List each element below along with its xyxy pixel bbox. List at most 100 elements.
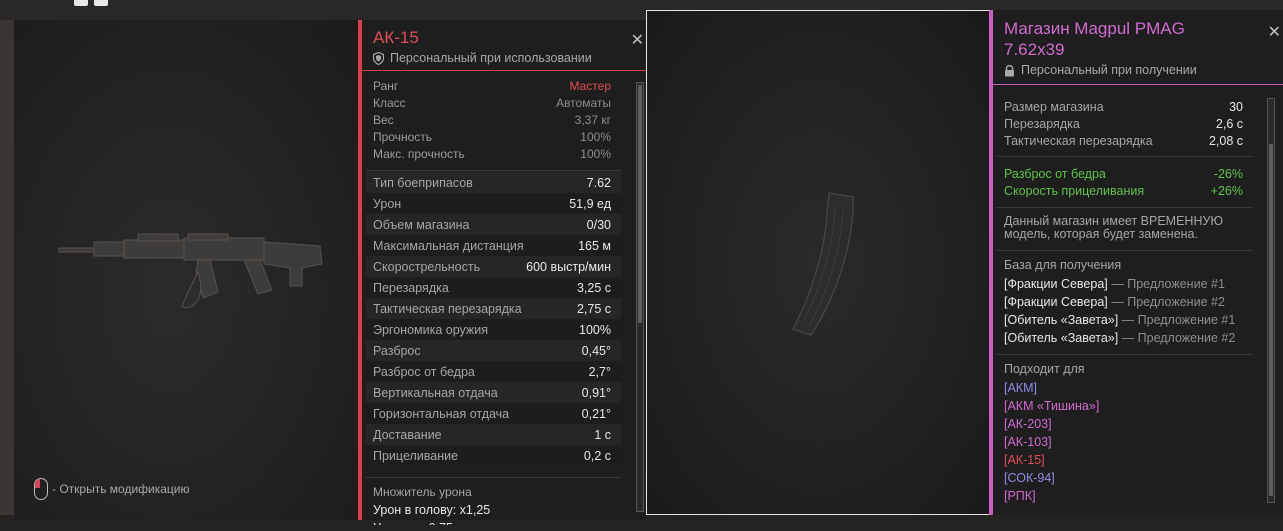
stat-row: Прочность 100% [362,129,621,146]
multiplier-header: Множитель урона [373,485,472,499]
stat-value: 2,08 с [1208,134,1243,148]
stat-value: 100% [580,130,611,144]
source-link[interactable]: [Обитель «Завета»] — Предложение #1 [997,311,1253,329]
source-offer: — Предложение #1 [1107,277,1225,291]
stat-value: 2,6 с [1215,117,1243,131]
compat-weapon-link[interactable]: [РПК] [997,487,1253,505]
stat-label: Прочность [373,130,433,144]
stat-row: Класс Автоматы [362,95,621,112]
compat-list: [АКМ] [АКМ «Тишина»] [АК-203] [АК-103] [… [997,379,1253,505]
source-link[interactable]: [Фракции Севера] — Предложение #1 [997,275,1253,293]
stat-label: Горизонтальная отдача [373,406,510,421]
source-link[interactable]: [Обитель «Завета»] — Предложение #2 [997,329,1253,347]
open-mod-label: - Открыть модификацию [52,482,190,496]
source-section: База для получения [Фракции Севера] — Пр… [997,250,1253,347]
weapon-title: АК-15 [373,28,419,47]
stat-value: 2,75 с [576,301,611,316]
basic-stats: Ранг Мастер Класс Автоматы Вес 3,37 кг Проч… [362,78,621,163]
stat-label: Разброс от бедра [373,364,475,379]
weapon-preview[interactable]: - Открыть модификацию [14,20,358,520]
hotkey-icon[interactable] [94,0,108,6]
stat-row: Прицеливание 0,2 с [366,445,621,466]
stat-label: Тактическая перезарядка [373,301,522,316]
magazine-preview[interactable] [646,10,990,515]
stat-label: Максимальная дистанция [373,238,524,253]
stat-value: 2,7° [588,364,611,379]
binding-label: Персональный при получении [1021,63,1197,77]
bonus-label: Скорость прицеливания [1004,184,1145,198]
source-base: [Обитель «Завета»] [1004,331,1119,345]
scrollbar[interactable] [636,82,644,512]
close-icon[interactable]: ✕ [631,30,644,50]
cut-multiplier-line: Урон в ... 0,75 [366,519,621,525]
stat-value: 51,9 ед [569,196,611,211]
close-icon[interactable]: ✕ [1268,22,1281,42]
mouse-left-click-icon [34,478,48,500]
stat-label: Разброс [373,343,421,358]
stat-row: Разброс 0,45° [366,340,621,361]
scrollbar[interactable] [1267,98,1275,503]
source-header: База для получения [1004,258,1122,272]
stat-value: 165 м [578,238,611,253]
stat-row: Размер магазина 30 [997,99,1253,116]
section-divider [366,170,621,171]
stat-row: Тактическая перезарядка 2,75 с [366,298,621,319]
source-offer: — Предложение #2 [1118,331,1236,345]
source-link[interactable]: [Фракции Севера] — Предложение #2 [997,293,1253,311]
hotkey-icon[interactable] [74,0,88,6]
magazine-bonuses: Разброс от бедра -26% Скорость прицеливан… [997,156,1253,200]
weapon-card: АК-15 Персональный при использовании ✕ Р… [358,20,646,525]
compat-weapon-link[interactable]: [АК-203] [997,415,1253,433]
source-offer: — Предложение #1 [1118,313,1236,327]
stat-label: Доставание [373,427,442,442]
lock-icon [1005,64,1014,76]
stat-row: Тип боеприпасов 7.62 [366,172,621,193]
source-base: [Фракции Севера] [1004,277,1108,291]
compat-weapon-link[interactable]: [АК-15] [997,451,1253,469]
stat-label: Размер магазина [1004,100,1104,114]
source-offer: — Предложение #2 [1107,295,1225,309]
stat-value: 600 выстр/мин [526,259,611,274]
open-mod-hint[interactable]: - Открыть модификацию [34,478,190,500]
stat-label: Прицеливание [373,448,459,463]
bonus-value: +26% [1210,184,1243,198]
stat-row: Вес 3,37 кг [362,112,621,129]
compat-weapon-link[interactable]: [АКМ] [997,379,1253,397]
stat-row: Доставание 1 с [366,424,621,445]
stat-value: 0,91° [581,385,611,400]
bonus-row: Скорость прицеливания +26% [997,183,1253,200]
stat-row: Вертикальная отдача 0,91° [366,382,621,403]
weapon-subtitle: Персональный при использовании [373,51,592,65]
compat-weapon-link[interactable]: [АК-103] [997,433,1253,451]
stat-label: Перезарядка [1004,117,1080,131]
stat-label: Объем магазина [373,217,470,232]
stat-row: Тактическая перезарядка 2,08 с [997,133,1253,150]
stat-label: Перезарядка [373,280,449,295]
stat-value: 0,45° [581,343,611,358]
stat-row: Перезарядка 3,25 с [366,277,621,298]
stat-row: Горизонтальная отдача 0,21° [366,403,621,424]
bonus-row: Разброс от бедра -26% [997,166,1253,183]
compat-weapon-link[interactable]: [АКМ «Тишина»] [997,397,1253,415]
scrollbar-thumb[interactable] [1269,144,1273,496]
bonus-value: -26% [1213,167,1243,181]
stat-value: 100% [579,322,611,337]
stat-value: 3,37 кг [574,113,611,127]
damage-multiplier-section: Множитель урона Урон в голову: x1,25 Уро… [366,477,621,525]
stat-value: 30 [1229,100,1243,114]
stat-label: Урон [373,196,402,211]
stat-value: 0,2 с [583,448,611,463]
binding-label: Персональный при использовании [390,51,592,65]
stat-label: Вес [373,113,394,127]
stat-label: Тип боеприпасов [373,175,473,190]
stat-label: Макс. прочность [373,147,465,161]
compat-weapon-link[interactable]: [СОК-94] [997,469,1253,487]
stat-row: Объем магазина 0/30 [366,214,621,235]
stat-row: Макс. прочность 100% [362,146,621,163]
shield-icon [373,51,384,65]
scrollbar-thumb[interactable] [638,85,642,323]
stat-row: Эргономика оружия 100% [366,319,621,340]
rank-value: Мастер [569,79,611,93]
stat-row: Ранг Мастер [362,78,621,95]
magazine-card: Магазин Magpul PMAG 7.62x39 Персональный… [989,10,1283,515]
